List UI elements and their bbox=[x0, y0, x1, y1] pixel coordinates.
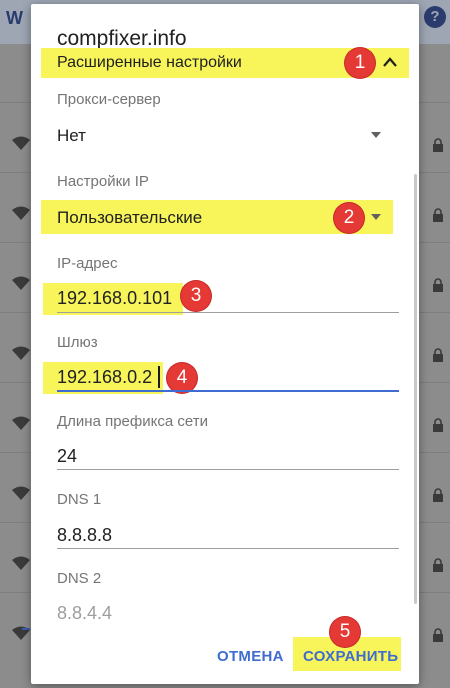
dropdown-arrow-icon[interactable] bbox=[371, 213, 381, 221]
wifi-icon bbox=[12, 136, 30, 150]
prefix-length-label: Длина префикса сети bbox=[57, 413, 208, 430]
prefix-length-field[interactable]: 24 bbox=[57, 446, 77, 467]
wifi-icon bbox=[12, 276, 30, 290]
wifi-icon bbox=[12, 486, 30, 500]
gateway-field[interactable]: 192.168.0.2 bbox=[57, 367, 152, 388]
step-badge-3: 3 bbox=[181, 281, 211, 311]
lock-icon bbox=[432, 278, 444, 292]
dns1-underline bbox=[57, 548, 399, 549]
dialog-scrollbar[interactable] bbox=[414, 174, 417, 604]
dns1-label: DNS 1 bbox=[57, 491, 102, 508]
ip-address-label: IP-адрес bbox=[57, 255, 118, 272]
lock-icon bbox=[432, 208, 444, 222]
step-badge-1: 1 bbox=[345, 48, 375, 78]
background-accent-line bbox=[22, 628, 30, 630]
wifi-icon bbox=[12, 346, 30, 360]
dns1-field[interactable]: 8.8.8.8 bbox=[57, 525, 112, 546]
lock-icon bbox=[432, 418, 444, 432]
dropdown-arrow-icon[interactable] bbox=[371, 131, 381, 139]
proxy-select[interactable]: Нет bbox=[57, 126, 86, 146]
save-button[interactable]: СОХРАНИТЬ bbox=[303, 648, 398, 665]
gateway-label: Шлюз bbox=[57, 334, 98, 351]
gateway-underline bbox=[57, 390, 399, 392]
step-badge-4: 4 bbox=[167, 363, 197, 393]
prefix-length-underline bbox=[57, 469, 399, 470]
lock-icon bbox=[432, 488, 444, 502]
cancel-button[interactable]: ОТМЕНА bbox=[217, 648, 284, 665]
text-cursor bbox=[158, 366, 160, 388]
header-letter: W bbox=[6, 8, 23, 28]
proxy-label: Прокси-сервер bbox=[57, 91, 161, 108]
lock-icon bbox=[432, 138, 444, 152]
ip-settings-label: Настройки IP bbox=[57, 173, 149, 190]
chevron-up-icon[interactable] bbox=[383, 57, 397, 67]
lock-icon bbox=[432, 348, 444, 362]
ip-address-field[interactable]: 192.168.0.101 bbox=[57, 288, 172, 309]
help-icon[interactable]: ? bbox=[424, 6, 446, 28]
wifi-icon bbox=[12, 206, 30, 220]
network-settings-dialog: compfixer.info Расширенные настройки 1 П… bbox=[31, 4, 419, 684]
wifi-icon bbox=[12, 556, 30, 570]
advanced-settings-toggle[interactable]: Расширенные настройки bbox=[57, 54, 242, 72]
dns2-label: DNS 2 bbox=[57, 570, 102, 587]
step-badge-5: 5 bbox=[330, 617, 360, 647]
ip-settings-select[interactable]: Пользовательские bbox=[57, 208, 202, 228]
dns2-field[interactable]: 8.8.4.4 bbox=[57, 603, 112, 624]
lock-icon bbox=[432, 558, 444, 572]
step-badge-2: 2 bbox=[334, 203, 364, 233]
wifi-icon bbox=[12, 416, 30, 430]
lock-icon bbox=[432, 628, 444, 642]
ip-address-underline bbox=[57, 312, 399, 313]
